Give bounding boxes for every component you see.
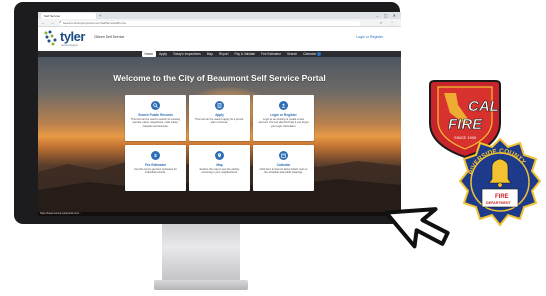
card-map[interactable]: Map Explore the map to see the activity … xyxy=(189,145,250,191)
login-register-link[interactable]: Login or Register xyxy=(356,35,383,39)
logo-text[interactable]: tyler xyxy=(60,29,85,44)
card-calendar[interactable]: Calendar Click here to find out about wh… xyxy=(253,145,314,191)
user-icon xyxy=(279,101,288,110)
search-icon xyxy=(151,101,160,110)
calfire-top-text: CAL xyxy=(468,98,499,115)
browser-tabbar: Self Service + – ▢ ✕ xyxy=(38,12,401,19)
card-description: Login to an existing or create a new acc… xyxy=(258,118,309,128)
card-title: Map xyxy=(216,163,223,167)
hero-title: Welcome to the City of Beaumont Self Ser… xyxy=(113,73,326,83)
card-description: This tool can be used to apply for a per… xyxy=(194,118,245,125)
card-description: Click here to find out about what's next… xyxy=(259,168,308,175)
browser-menu-icons[interactable]: ☆ ⋮ xyxy=(379,19,397,27)
address-bar-row: ← → ↻ beaumontca.tylerportal.com/SelfSer… xyxy=(38,19,401,27)
map-pin-icon xyxy=(215,151,224,160)
monitor-screen: Self Service + – ▢ ✕ ← → ↻ beaumontca.ty… xyxy=(38,12,401,216)
svg-text:$: $ xyxy=(154,153,157,158)
logo-subtitle: technologies xyxy=(61,43,78,47)
card-title: Fee Estimator xyxy=(144,163,167,167)
monitor-frame: Self Service + – ▢ ✕ ← → ↻ beaumontca.ty… xyxy=(14,2,401,224)
portal-title: Citizen Self Service xyxy=(94,35,125,39)
card-fee-estimator[interactable]: $ Fee Estimator Use this tool to get fee… xyxy=(125,145,186,191)
card-login-register[interactable]: Login or Register Login to an existing o… xyxy=(253,95,314,141)
calendar-icon xyxy=(279,151,288,160)
card-title: Search Public Records xyxy=(138,113,173,117)
status-url: https://beaumontca.tylerportal.com/... xyxy=(40,212,82,215)
card-title: Calendar xyxy=(276,163,291,167)
url-field[interactable]: beaumontca.tylerportal.com/SelfService#/… xyxy=(60,20,360,26)
riverside-fire-text: FIRE xyxy=(495,194,509,200)
card-search-public-records[interactable]: Search Public Records This tool can be u… xyxy=(125,95,186,141)
browser-status-bar: https://beaumontca.tylerportal.com/... xyxy=(38,212,401,216)
nav-item-calendar-label: Calendar xyxy=(303,52,317,56)
riverside-dept-text: DEPARTMENT xyxy=(486,201,511,205)
card-description: Use this tool to get fees estimates for … xyxy=(134,168,177,175)
card-title: Apply xyxy=(215,113,224,117)
calfire-main-text: FIRE xyxy=(448,116,483,133)
site-header: tyler technologies Citizen Self Service … xyxy=(38,27,401,51)
calendar-count-badge xyxy=(317,52,322,57)
monitor-stand-foot xyxy=(154,280,248,290)
hero-banner: Welcome to the City of Beaumont Self Ser… xyxy=(38,57,401,216)
riverside-county-fire-badge-icon: RIVERSIDE COUNTY FIRE DEPARTMENT xyxy=(458,137,542,227)
dollar-icon: $ xyxy=(151,151,160,160)
stage: Self Service + – ▢ ✕ ← → ↻ beaumontca.ty… xyxy=(0,0,546,296)
card-title: Login or Register xyxy=(270,113,297,117)
card-apply[interactable]: Apply This tool can be used to apply for… xyxy=(189,95,250,141)
mouse-cursor-icon xyxy=(384,207,450,249)
tyler-logo-icon xyxy=(44,30,57,46)
window-controls[interactable]: – ▢ ✕ xyxy=(376,12,398,19)
card-description: Explore the map to see the activity occu… xyxy=(199,168,240,175)
apply-icon xyxy=(215,101,224,110)
monitor-stand-neck xyxy=(162,224,240,282)
card-description: This tool can be used to search for exis… xyxy=(130,118,181,128)
